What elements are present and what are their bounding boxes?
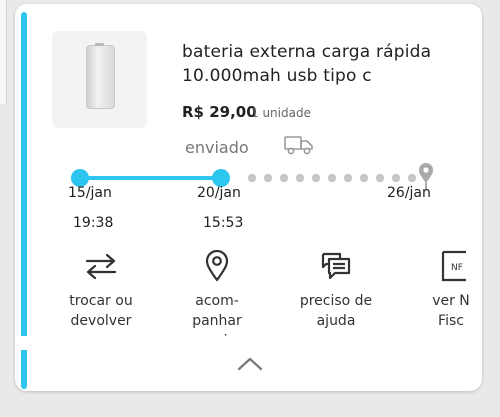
step-time-1: 19:38 xyxy=(73,215,114,231)
previous-card-edge xyxy=(0,0,7,104)
action-label-line1: acom- xyxy=(195,293,239,309)
step-date-2: 20/jan xyxy=(197,185,241,201)
step-time-2: 15:53 xyxy=(203,215,244,231)
product-image[interactable] xyxy=(52,31,147,128)
actions-clip-mask xyxy=(15,336,482,350)
product-title-line2: 10.000mah usb tipo c xyxy=(182,66,372,86)
order-card: bateria externa carga rápida 10.000mah u… xyxy=(15,4,482,391)
product-price: R$ 29,00 xyxy=(182,103,257,121)
truck-icon xyxy=(284,136,313,155)
help-button[interactable]: preciso de ajuda xyxy=(286,250,386,331)
action-label-line2: panhar xyxy=(192,313,242,329)
invoice-icon: NF xyxy=(441,250,466,282)
action-label-line1: preciso de xyxy=(299,293,373,309)
action-label-line2: Fisc xyxy=(438,313,464,329)
exchange-return-button[interactable]: trocar ou devolver xyxy=(51,250,151,331)
product-title-line1: bateria externa carga rápida xyxy=(182,42,432,62)
view-invoice-button[interactable]: NF ver N Fisc xyxy=(401,250,482,331)
action-label-line2: devolver xyxy=(70,313,132,329)
product-title[interactable]: bateria externa carga rápida 10.000mah u… xyxy=(182,40,462,88)
action-label-line1: trocar ou xyxy=(69,293,133,309)
step-date-1: 15/jan xyxy=(68,185,112,201)
power-bank-image xyxy=(86,43,115,109)
chat-bubbles-icon xyxy=(321,252,351,280)
swap-arrows-icon xyxy=(85,253,117,280)
location-pin-icon xyxy=(205,250,229,282)
svg-text:NF: NF xyxy=(451,263,463,273)
action-label: ver N Fisc xyxy=(401,291,482,331)
step-date-3: 26/jan xyxy=(387,185,431,201)
action-label-line2: ajuda xyxy=(316,313,356,329)
product-quantity: 1 unidade xyxy=(251,106,311,120)
action-label: preciso de ajuda xyxy=(286,291,386,331)
action-label-line1: ver N xyxy=(432,293,470,309)
chevron-up-icon[interactable] xyxy=(237,356,263,372)
progress-line-pending xyxy=(247,173,417,183)
shipment-status: enviado xyxy=(185,138,249,157)
action-label: trocar ou devolver xyxy=(51,291,151,331)
